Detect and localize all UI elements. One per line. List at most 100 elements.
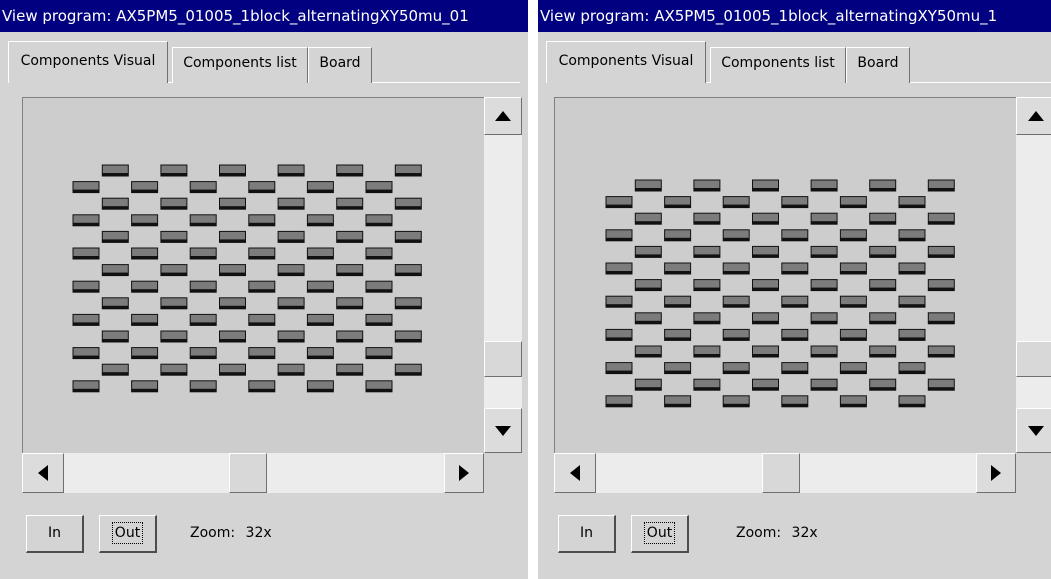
arrow-right-icon bbox=[977, 454, 1015, 492]
component-pad-icon bbox=[781, 295, 809, 308]
scroll-left-button[interactable] bbox=[554, 453, 596, 493]
tab-board[interactable]: Board bbox=[308, 47, 372, 83]
zoom-in-button[interactable]: In bbox=[26, 515, 84, 553]
tab-components-visual[interactable]: Components Visual bbox=[8, 41, 168, 83]
component-pad-icon bbox=[336, 297, 364, 310]
component-pad-icon bbox=[160, 164, 188, 177]
component-pad-icon bbox=[839, 362, 867, 375]
component-pad-icon bbox=[248, 280, 276, 293]
component-pad-icon bbox=[898, 229, 926, 242]
scroll-right-button[interactable] bbox=[976, 453, 1016, 493]
component-pad-icon bbox=[898, 295, 926, 308]
component-pad-icon bbox=[664, 229, 692, 242]
component-pad-icon bbox=[664, 328, 692, 341]
components-visual-canvas[interactable] bbox=[554, 97, 1051, 493]
component-pad-icon bbox=[160, 264, 188, 277]
component-pad-icon bbox=[189, 181, 217, 194]
component-pad-icon bbox=[306, 347, 334, 360]
component-pad-icon bbox=[634, 312, 662, 325]
component-pad-icon bbox=[722, 295, 750, 308]
component-grid bbox=[605, 179, 955, 408]
component-pad-icon bbox=[898, 362, 926, 375]
components-visual-canvas[interactable] bbox=[22, 97, 522, 493]
scroll-down-button[interactable] bbox=[1016, 408, 1051, 453]
component-pad-icon bbox=[693, 345, 721, 358]
scroll-down-button[interactable] bbox=[484, 408, 522, 453]
scroll-up-button[interactable] bbox=[484, 97, 522, 135]
component-pad-icon bbox=[394, 264, 422, 277]
zoom-out-button[interactable]: Out bbox=[99, 515, 157, 553]
tab-components-list[interactable]: Components list bbox=[172, 47, 308, 83]
component-pad-icon bbox=[927, 345, 955, 358]
scroll-right-button[interactable] bbox=[444, 453, 484, 493]
zoom-value: 32x bbox=[245, 525, 272, 541]
scroll-corner bbox=[1016, 453, 1051, 493]
zoom-in-button[interactable]: In bbox=[558, 515, 616, 553]
component-pad-icon bbox=[336, 164, 364, 177]
component-pad-icon bbox=[160, 363, 188, 376]
component-pad-icon bbox=[722, 229, 750, 242]
component-pad-icon bbox=[219, 297, 246, 310]
arrow-up-icon bbox=[485, 98, 521, 134]
scroll-left-button[interactable] bbox=[22, 453, 64, 493]
component-pad-icon bbox=[248, 181, 276, 194]
component-pad-icon bbox=[869, 312, 897, 325]
component-pad-icon bbox=[810, 345, 838, 358]
component-pad-icon bbox=[781, 362, 809, 375]
scroll-up-button[interactable] bbox=[1016, 97, 1051, 135]
component-pad-icon bbox=[605, 262, 633, 275]
component-pad-icon bbox=[752, 312, 779, 325]
component-pad-icon bbox=[898, 328, 926, 341]
zoom-readout: Zoom: 32x bbox=[190, 525, 272, 541]
zoom-label: Zoom: bbox=[190, 525, 236, 541]
component-pad-icon bbox=[752, 345, 779, 358]
component-pad-icon bbox=[131, 280, 159, 293]
component-pad-icon bbox=[219, 363, 246, 376]
zoom-out-button[interactable]: Out bbox=[631, 515, 689, 553]
component-pad-icon bbox=[634, 212, 662, 225]
component-pad-icon bbox=[869, 179, 897, 192]
component-pad-icon bbox=[365, 214, 393, 227]
component-pad-icon bbox=[869, 212, 897, 225]
component-pad-icon bbox=[722, 362, 750, 375]
component-pad-icon bbox=[306, 280, 334, 293]
component-pad-icon bbox=[306, 247, 334, 260]
horizontal-scroll-thumb[interactable] bbox=[762, 453, 800, 493]
component-pad-icon bbox=[306, 313, 334, 326]
component-pad-icon bbox=[869, 378, 897, 391]
component-pad-icon bbox=[693, 378, 721, 391]
tab-board[interactable]: Board bbox=[846, 47, 910, 83]
component-pad-icon bbox=[277, 164, 305, 177]
component-pad-icon bbox=[605, 395, 633, 408]
component-pad-icon bbox=[634, 378, 662, 391]
component-pad-icon bbox=[869, 279, 897, 292]
component-pad-icon bbox=[605, 295, 633, 308]
component-pad-icon bbox=[248, 347, 276, 360]
arrow-down-icon bbox=[485, 409, 521, 452]
window-title: View program: AX5PM5_01005_1block_altern… bbox=[0, 0, 528, 32]
component-pad-icon bbox=[306, 181, 334, 194]
component-pad-icon bbox=[160, 330, 188, 343]
component-pad-icon bbox=[722, 395, 750, 408]
component-pad-icon bbox=[394, 297, 422, 310]
tab-components-visual[interactable]: Components Visual bbox=[546, 41, 706, 83]
component-pad-icon bbox=[277, 197, 305, 210]
component-pad-icon bbox=[664, 262, 692, 275]
vertical-scroll-thumb[interactable] bbox=[1016, 341, 1051, 377]
component-pad-icon bbox=[898, 262, 926, 275]
horizontal-scroll-thumb[interactable] bbox=[229, 453, 267, 493]
component-pad-icon bbox=[219, 197, 246, 210]
component-pad-icon bbox=[189, 347, 217, 360]
component-pad-icon bbox=[306, 380, 334, 393]
component-pad-icon bbox=[664, 362, 692, 375]
component-pad-icon bbox=[839, 196, 867, 209]
tab-components-list[interactable]: Components list bbox=[710, 47, 846, 83]
vertical-scroll-thumb[interactable] bbox=[484, 341, 522, 377]
component-pad-icon bbox=[634, 345, 662, 358]
component-pad-icon bbox=[189, 214, 217, 227]
component-pad-icon bbox=[634, 179, 662, 192]
component-pad-icon bbox=[160, 297, 188, 310]
component-pad-icon bbox=[693, 279, 721, 292]
component-pad-icon bbox=[189, 313, 217, 326]
component-pad-icon bbox=[131, 214, 159, 227]
